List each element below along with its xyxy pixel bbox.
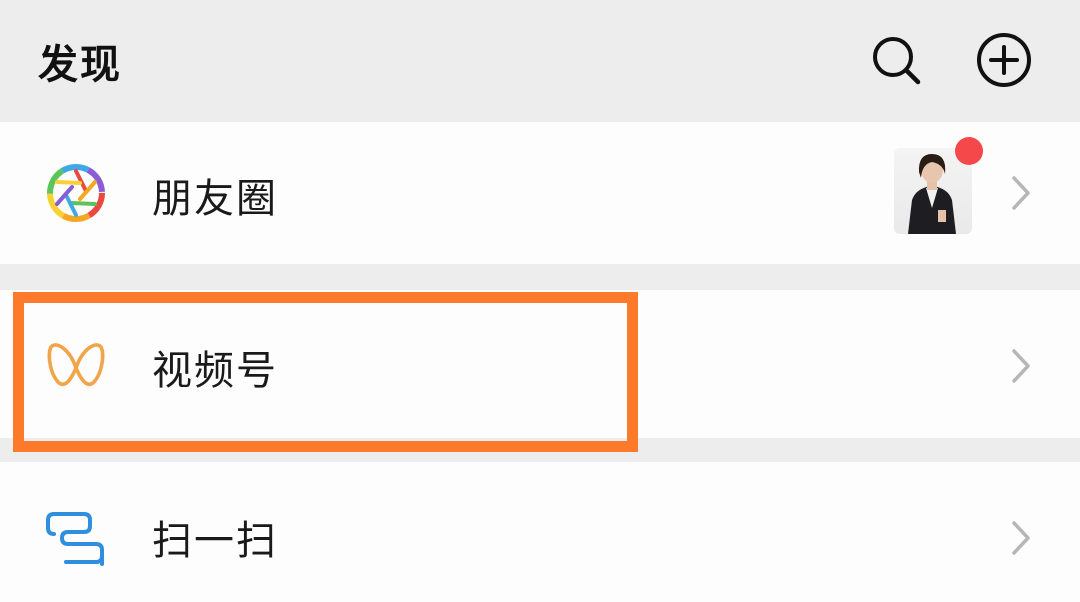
moments-aperture-icon — [47, 164, 105, 222]
channels-butterfly-icon — [47, 343, 105, 387]
scan-label: 扫一扫 — [152, 518, 278, 564]
moments-label: 朋友圈 — [152, 176, 278, 222]
scan-row[interactable]: 扫一扫 — [0, 462, 1080, 602]
search-icon — [873, 37, 921, 85]
red-dot-badge — [955, 137, 983, 165]
top-bar: 发现 — [0, 0, 1080, 120]
plus-circle-icon — [977, 33, 1031, 87]
chevron-right-icon — [1012, 176, 1030, 210]
chevron-right-icon — [1012, 521, 1030, 555]
channels-label: 视频号 — [152, 348, 278, 394]
scan-icon — [46, 512, 104, 566]
add-button[interactable] — [974, 30, 1034, 90]
channels-row[interactable]: 视频号 — [0, 290, 1080, 438]
search-button[interactable] — [866, 30, 926, 90]
moments-row[interactable]: 朋友圈 — [0, 122, 1080, 264]
chevron-right-icon — [1012, 349, 1030, 383]
page-title: 发现 — [38, 42, 122, 88]
